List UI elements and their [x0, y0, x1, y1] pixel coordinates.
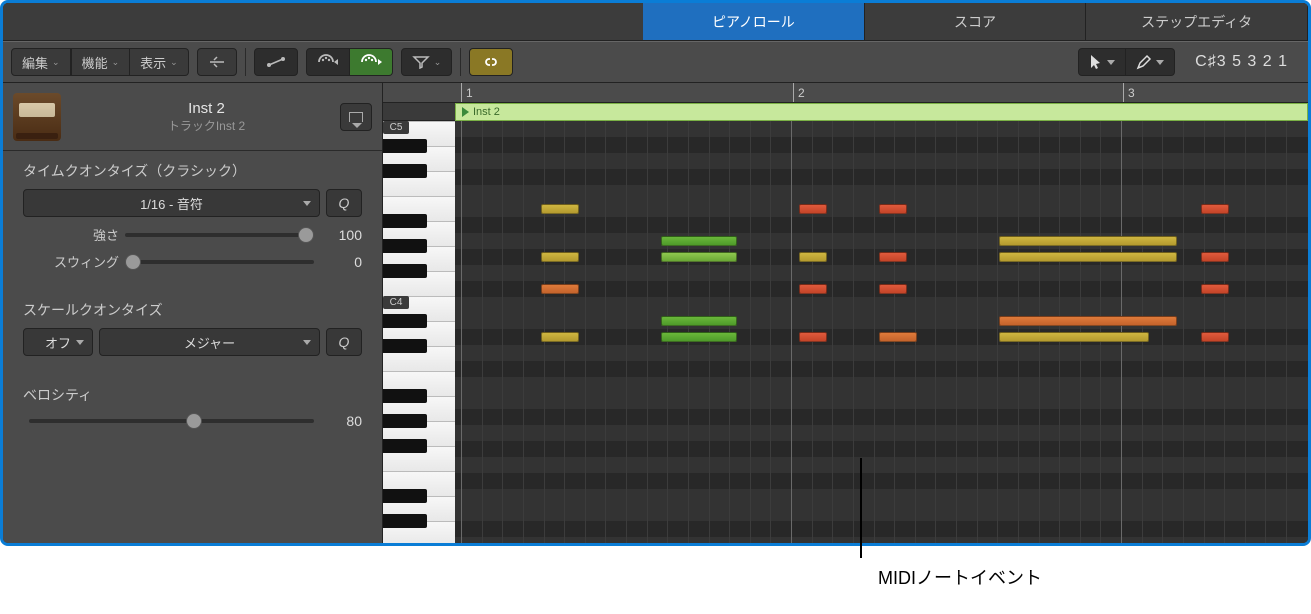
- piano-roll-window: ピアノロール スコア ステップエディタ 編集⌄ 機能⌄ 表示⌄ ⌄: [0, 0, 1311, 546]
- midi-note[interactable]: [799, 332, 827, 342]
- region-header[interactable]: Inst 2: [455, 103, 1308, 121]
- midi-note[interactable]: [661, 316, 737, 326]
- midi-note[interactable]: [1201, 332, 1229, 342]
- region-name: Inst 2: [473, 106, 500, 118]
- tab-spacer: [3, 3, 643, 41]
- velocity-label: ベロシティ: [23, 385, 362, 405]
- midi-note[interactable]: [799, 204, 827, 214]
- view-menu[interactable]: 表示⌄: [130, 48, 189, 76]
- bar-marker-3: 3: [1123, 83, 1135, 102]
- editor-tabs: ピアノロール スコア ステップエディタ: [3, 3, 1308, 41]
- bar-marker-2: 2: [793, 83, 805, 102]
- functions-menu[interactable]: 機能⌄: [71, 48, 131, 76]
- strength-label: 強さ: [23, 225, 119, 244]
- note-grid-area: 1 2 3 Inst 2: [455, 83, 1308, 543]
- scale-root-select[interactable]: オフ: [23, 328, 93, 356]
- midi-note[interactable]: [999, 236, 1177, 246]
- midi-note[interactable]: [1201, 252, 1229, 262]
- midi-in-button[interactable]: [306, 48, 350, 76]
- callout-line: [860, 458, 862, 558]
- scale-quantize-button[interactable]: Q: [326, 328, 362, 356]
- swing-label: スウィング: [23, 252, 119, 271]
- midi-note[interactable]: [541, 252, 579, 262]
- midi-note[interactable]: [661, 252, 737, 262]
- midi-note[interactable]: [879, 252, 907, 262]
- edit-menu[interactable]: 編集⌄: [11, 48, 71, 76]
- velocity-slider[interactable]: [29, 419, 314, 423]
- pencil-tool[interactable]: [1126, 48, 1175, 76]
- collapse-button[interactable]: [197, 48, 237, 76]
- time-quantize-label: タイムクオンタイズ（クラシック）: [23, 161, 362, 181]
- chord-display: C♯3 5 3 2 1: [1183, 53, 1300, 71]
- track-header: Inst 2 トラックInst 2: [3, 83, 382, 151]
- midi-note[interactable]: [999, 332, 1149, 342]
- callout: MIDIノートイベント: [0, 546, 1311, 606]
- midi-note[interactable]: [999, 252, 1177, 262]
- inspector-panel: Inst 2 トラックInst 2 タイムクオンタイズ（クラシック） 1/16 …: [3, 83, 383, 543]
- scale-type-select[interactable]: メジャー: [99, 328, 320, 356]
- play-icon: [462, 107, 469, 117]
- quantize-select[interactable]: 1/16 - 音符: [23, 189, 320, 217]
- midi-note[interactable]: [541, 204, 579, 214]
- scale-quantize-label: スケールクオンタイズ: [23, 300, 362, 320]
- piano-keyboard[interactable]: C5C4: [383, 83, 455, 543]
- tab-step-editor[interactable]: ステップエディタ: [1086, 3, 1308, 41]
- midi-note[interactable]: [541, 332, 579, 342]
- midi-note[interactable]: [1201, 284, 1229, 294]
- track-name: Inst 2: [73, 100, 340, 117]
- catch-button[interactable]: [340, 103, 372, 131]
- midi-note[interactable]: [879, 332, 917, 342]
- tab-score[interactable]: スコア: [865, 3, 1087, 41]
- strength-slider[interactable]: [125, 233, 314, 237]
- midi-note[interactable]: [661, 236, 737, 246]
- automation-button[interactable]: [254, 48, 298, 76]
- midi-note[interactable]: [879, 204, 907, 214]
- midi-note[interactable]: [799, 252, 827, 262]
- swing-slider[interactable]: [125, 260, 314, 264]
- midi-note[interactable]: [879, 284, 907, 294]
- swing-value[interactable]: 0: [320, 254, 362, 270]
- tab-piano-roll[interactable]: ピアノロール: [643, 3, 865, 41]
- midi-note[interactable]: [1201, 204, 1229, 214]
- main-area: Inst 2 トラックInst 2 タイムクオンタイズ（クラシック） 1/16 …: [3, 83, 1308, 543]
- midi-note[interactable]: [799, 284, 827, 294]
- pointer-tool[interactable]: [1078, 48, 1126, 76]
- velocity-value[interactable]: 80: [320, 413, 362, 429]
- bar-marker-1: 1: [461, 83, 473, 102]
- midi-note[interactable]: [661, 332, 737, 342]
- callout-text: MIDIノートイベント: [878, 564, 1042, 590]
- bar-ruler[interactable]: 1 2 3: [455, 83, 1308, 103]
- midi-out-button[interactable]: [350, 48, 393, 76]
- toolbar: 編集⌄ 機能⌄ 表示⌄ ⌄: [3, 41, 1308, 83]
- instrument-icon: [13, 93, 61, 141]
- filter-button[interactable]: ⌄: [401, 48, 453, 76]
- quantize-button[interactable]: Q: [326, 189, 362, 217]
- midi-note[interactable]: [999, 316, 1177, 326]
- note-grid[interactable]: [455, 121, 1308, 543]
- strength-value[interactable]: 100: [320, 227, 362, 243]
- midi-note[interactable]: [541, 284, 579, 294]
- link-button[interactable]: [469, 48, 513, 76]
- track-subtitle: トラックInst 2: [73, 117, 340, 134]
